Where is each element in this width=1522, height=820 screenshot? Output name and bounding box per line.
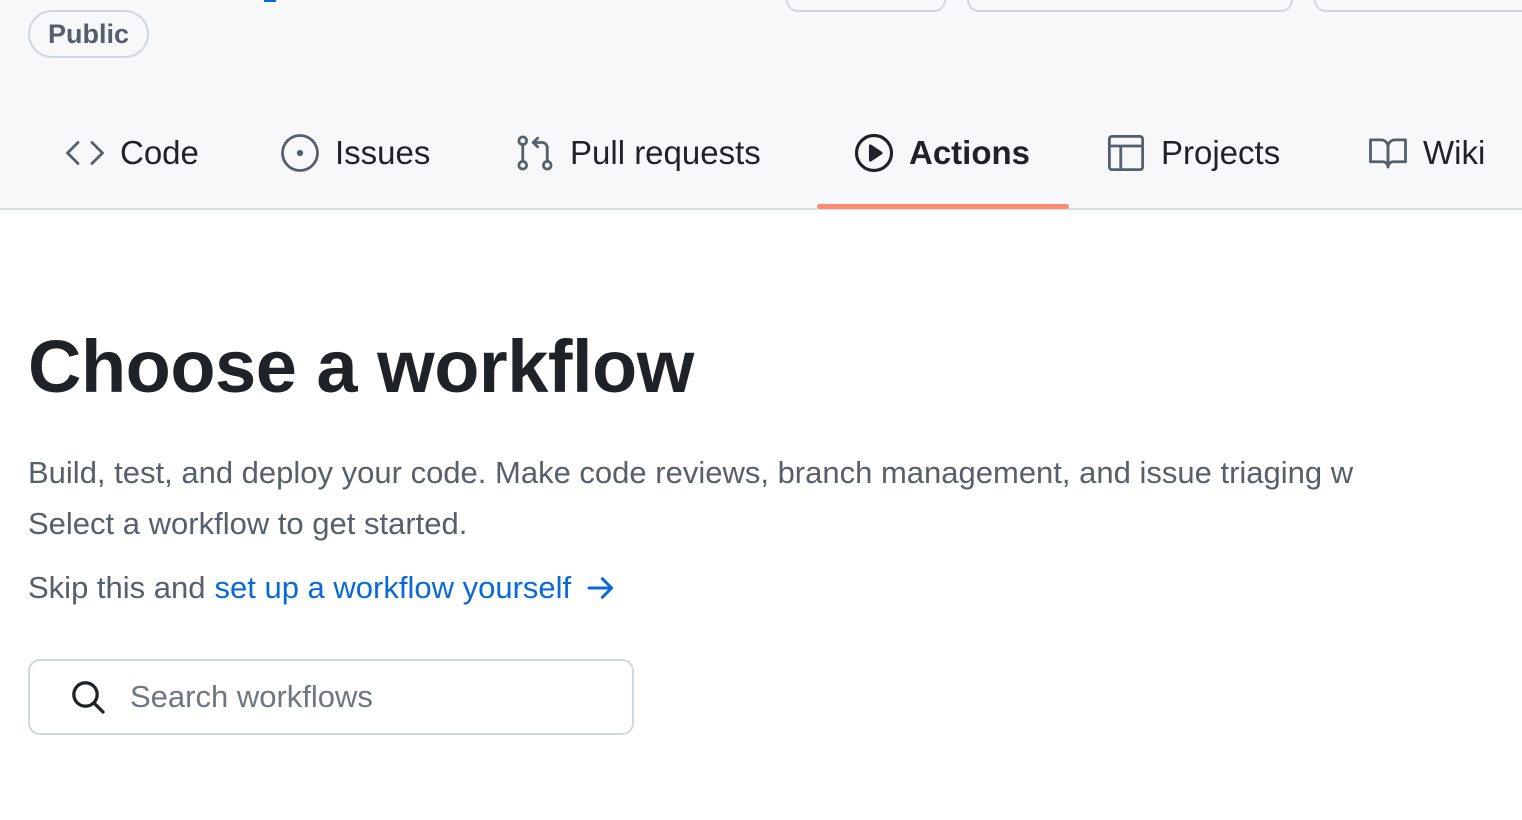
repo-name-fragment[interactable] <box>200 0 300 2</box>
page-description: Build, test, and deploy your code. Make … <box>28 447 1522 549</box>
description-line-2: Select a workflow to get started. <box>28 506 468 541</box>
tab-projects-label: Projects <box>1161 134 1281 171</box>
header-action-button-1[interactable] <box>786 0 946 12</box>
git-pull-request-icon <box>517 135 553 171</box>
setup-workflow-link[interactable]: set up a workflow yourself <box>215 570 618 606</box>
issue-opened-icon <box>281 134 319 172</box>
header-action-button-2[interactable] <box>967 0 1293 12</box>
visibility-badge: Public <box>28 10 150 58</box>
search-workflows-field[interactable] <box>28 659 634 735</box>
arrow-right-icon <box>587 577 614 599</box>
search-workflows-input[interactable] <box>130 679 590 715</box>
tab-issues[interactable]: Issues <box>279 100 430 206</box>
tab-pull-requests-label: Pull requests <box>570 134 761 171</box>
search-icon <box>72 681 105 714</box>
tab-code[interactable]: Code <box>64 100 199 206</box>
tab-wiki-label: Wiki <box>1423 134 1486 171</box>
selected-tab-indicator <box>817 204 1069 209</box>
tab-wiki[interactable]: Wiki <box>1367 100 1485 206</box>
tab-issues-label: Issues <box>335 134 431 171</box>
play-icon <box>854 133 894 173</box>
setup-workflow-link-label: set up a workflow yourself <box>214 570 572 605</box>
page-title: Choose a workflow <box>28 325 694 408</box>
skip-prefix: Skip this and <box>28 570 206 605</box>
description-line-1: Build, test, and deploy your code. Make … <box>28 455 1354 490</box>
tab-code-label: Code <box>120 134 199 171</box>
repo-nav: Code Issues Pull requests Actions Projec… <box>0 100 1522 208</box>
header-action-button-3[interactable] <box>1314 0 1522 12</box>
tab-actions[interactable]: Actions <box>853 100 1030 206</box>
tab-projects[interactable]: Projects <box>1105 100 1280 206</box>
table-icon <box>1107 134 1145 172</box>
skip-row: Skip this and set up a workflow yourself <box>28 570 617 606</box>
repo-header: Public Code Issues Pull requests Actions… <box>0 0 1522 210</box>
tab-pull-requests[interactable]: Pull requests <box>514 100 761 206</box>
code-icon <box>66 141 104 165</box>
book-icon <box>1369 138 1407 169</box>
tab-actions-label: Actions <box>909 134 1031 171</box>
